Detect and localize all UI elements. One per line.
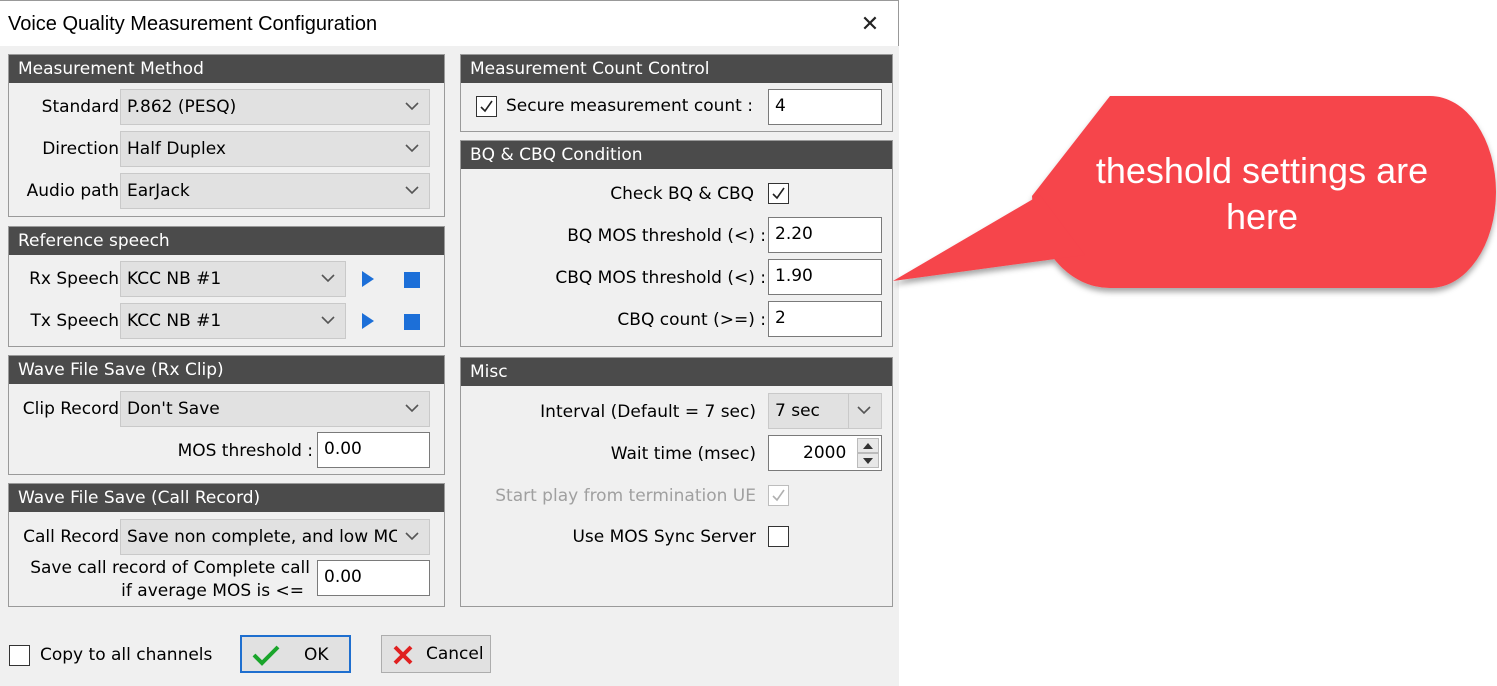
callout-line1: theshold settings are (1095, 150, 1429, 191)
callout-line2: here (1225, 196, 1299, 237)
callout-text: theshold settings are here (1072, 148, 1452, 240)
callout-bubble (893, 96, 1496, 289)
